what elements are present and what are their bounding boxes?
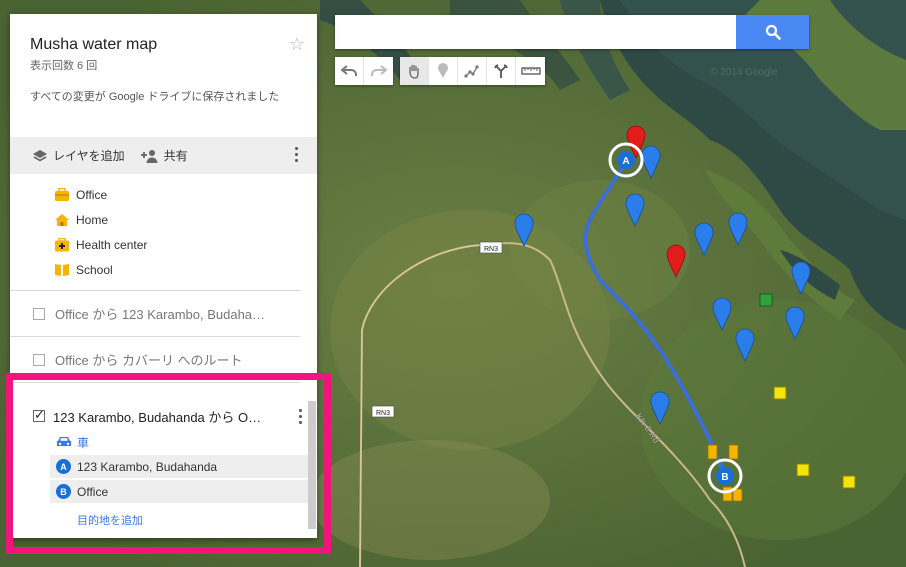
style-legend: Office Home Health center School [10,174,301,291]
travel-mode-label: 車 [77,435,90,450]
add-directions-button[interactable] [487,57,516,85]
legend-item-health-center[interactable]: Health center [54,232,301,257]
draw-line-button[interactable] [458,57,487,85]
search-bar [335,15,809,49]
svg-text:B: B [721,472,728,483]
map-tools-toolbar [400,57,545,85]
save-status: すべての変更が Google ドライブに保存されました [30,91,280,103]
add-destination-link[interactable]: 目的地を追加 [13,512,317,528]
svg-text:RN3: RN3 [484,246,498,253]
search-button[interactable] [736,15,809,49]
map-header: Musha water map 表示回数 6 回 すべての変更が Google … [10,14,317,137]
car-icon [57,437,71,446]
route-stop-b[interactable]: B Office [50,480,313,503]
layer-toolbar: レイヤを追加 共有 [10,137,317,174]
travel-mode-selector[interactable]: 車 [13,431,317,453]
share-label: 共有 [163,149,188,163]
legend-label: Health center [76,237,148,252]
legend-label: School [76,262,113,277]
undo-button[interactable] [335,57,364,85]
stop-label: Office [77,484,109,499]
add-person-icon [140,149,158,163]
stop-badge-a: A [56,459,71,474]
layer-label: Office から 123 Karambo, Budaha… [55,307,266,322]
stop-badge-b: B [56,484,71,499]
measure-button[interactable] [516,57,545,85]
road-label-rn3-top: RN3 [479,241,503,254]
map-watermark: © 2014 Google [710,67,778,78]
add-layer-label: レイヤを追加 [53,149,125,163]
legend-label: Office [76,187,108,202]
briefcase-icon [55,187,69,201]
layer-checkbox-checked[interactable] [33,407,45,423]
map-layers-panel: Musha water map 表示回数 6 回 すべての変更が Google … [10,14,317,538]
directions-icon [494,64,508,78]
layer-route-1[interactable]: Office から 123 Karambo, Budaha… [10,291,301,337]
layer-checkbox[interactable] [33,353,45,366]
road-label-rn3-bottom: RN3 [371,405,395,418]
redo-icon [370,65,387,76]
active-directions-layer: 123 Karambo, Budahanda から O… 車 A 123 Kar… [10,403,317,538]
layer-route-2[interactable]: Office から カバーリ へのルート [10,337,301,383]
layer-label: 123 Karambo, Budahanda から O… [53,409,262,425]
yellow-square-marker[interactable] [773,386,787,400]
undo-icon [341,65,357,76]
draw-line-icon [464,65,479,78]
add-layer-button[interactable]: レイヤを追加 [32,147,125,164]
route-stop-a[interactable]: A 123 Karambo, Budahanda [50,455,313,478]
layer-label: Office から カバーリ へのルート [55,353,243,368]
ruler-icon [520,67,541,75]
add-marker-button[interactable] [429,57,458,85]
view-count: 表示回数 6 回 [30,60,98,72]
share-button[interactable]: 共有 [139,147,188,164]
map-title[interactable]: Musha water map [30,36,297,54]
svg-text:RN3: RN3 [376,410,390,417]
yellow-square-marker[interactable] [842,475,856,489]
layer-checkbox[interactable] [33,307,45,320]
search-input[interactable] [335,15,736,49]
star-icon[interactable]: ☆ [289,34,305,55]
book-icon [55,263,69,276]
svg-text:A: A [622,156,629,167]
legend-label: Home [76,212,109,227]
first-aid-icon [55,237,69,251]
layer-more-options-icon[interactable] [299,409,303,427]
legend-item-office[interactable]: Office [54,182,301,207]
house-icon [55,213,69,226]
panel-scrollbar[interactable] [308,401,316,529]
layers-icon [33,149,47,161]
redo-button[interactable] [364,57,393,85]
hand-icon [409,65,419,79]
marker-icon [438,63,448,78]
pan-tool-button[interactable] [400,57,429,85]
legend-item-school[interactable]: School [54,257,301,282]
undo-redo-toolbar [335,57,393,85]
legend-item-home[interactable]: Home [54,207,301,232]
stop-label: 123 Karambo, Budahanda [77,459,218,474]
yellow-square-marker[interactable] [796,463,810,477]
active-layer-header[interactable]: 123 Karambo, Budahanda から O… [13,403,317,429]
search-icon [765,24,781,40]
more-options-icon[interactable] [295,147,299,165]
green-square-marker[interactable] [759,293,773,307]
